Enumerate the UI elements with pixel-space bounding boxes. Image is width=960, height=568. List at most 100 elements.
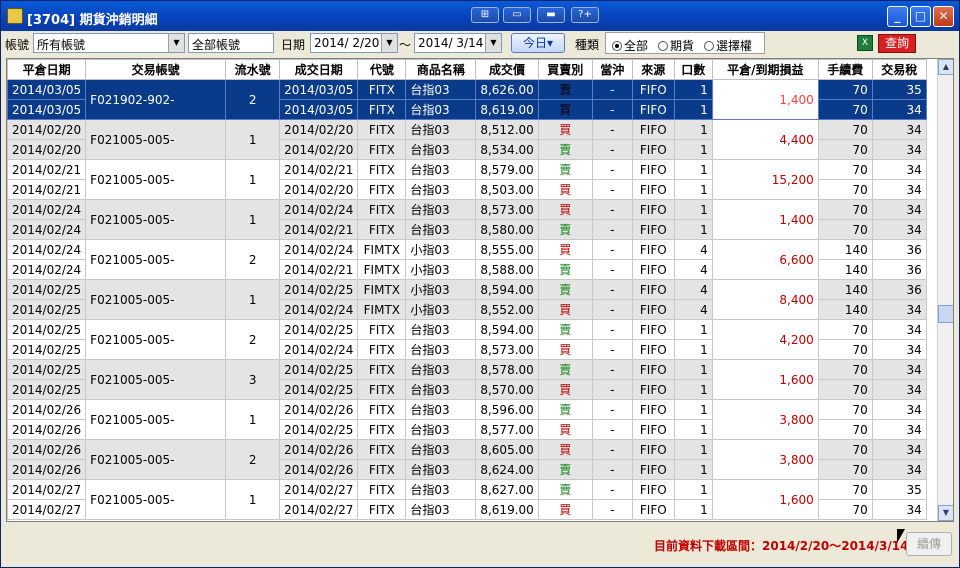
table-row[interactable]: 2014/02/26 F021005-005- 1 2014/02/26 FITX 台指0… — [7, 399, 927, 440]
cell-tax: 34 — [871, 319, 927, 340]
cell-close-date: 2014/02/24 — [7, 219, 87, 240]
table-row[interactable]: 2014/02/24 F021005-005- 2 2014/02/24 FIMTX 小指… — [7, 239, 927, 280]
title-bar[interactable]: [3704] 期貨沖銷明細 ⊞ ▭ ▬ ?+ _ □ ✕ — [1, 1, 959, 31]
chevron-down-icon[interactable]: ▼ — [381, 34, 397, 52]
window-title: [3704] 期貨沖銷明細 — [27, 13, 158, 28]
minimize-button[interactable]: _ — [887, 6, 908, 27]
excel-export-icon[interactable]: X — [857, 35, 873, 51]
cell-product-name: 台指03 — [405, 99, 477, 120]
cell-source: FIFO — [631, 179, 675, 200]
radio-options[interactable]: 選擇權 — [704, 37, 752, 54]
col-product-name[interactable]: 商品名稱 — [405, 59, 477, 80]
cell-source: FIFO — [631, 419, 675, 440]
cell-serial: 1 — [225, 159, 281, 200]
date-from-picker[interactable]: 2014/ 2/20 ▼ — [310, 33, 398, 53]
table-row[interactable]: 2014/02/25 F021005-005- 1 2014/02/25 FIMTX 小指… — [7, 279, 927, 320]
col-tax[interactable]: 交易稅 — [871, 59, 927, 80]
cell-price: 8,594.00 — [475, 319, 539, 340]
table-row[interactable]: 2014/02/20 F021005-005- 1 2014/02/20 FITX 台指0… — [7, 119, 927, 160]
cell-code: FITX — [357, 199, 407, 220]
cell-side: 買 — [537, 419, 593, 440]
cell-pl: 15,200 — [711, 159, 819, 200]
col-account[interactable]: 交易帳號 — [85, 59, 227, 80]
col-fee[interactable]: 手續費 — [817, 59, 873, 80]
scroll-up-icon[interactable]: ▲ — [938, 59, 953, 75]
cell-price: 8,573.00 — [475, 339, 539, 360]
cell-source: FIFO — [631, 99, 675, 120]
cell-source: FIFO — [631, 259, 675, 280]
account-field[interactable]: 全部帳號 — [188, 33, 274, 53]
radio-futures[interactable]: 期貨 — [658, 37, 694, 54]
cell-price: 8,570.00 — [475, 379, 539, 400]
date-to-picker[interactable]: 2014/ 3/14 ▼ — [414, 33, 502, 53]
cell-serial: 1 — [225, 119, 281, 160]
cell-product-name: 台指03 — [405, 199, 477, 220]
cell-tax: 34 — [871, 359, 927, 380]
table-row[interactable]: 2014/02/25 F021005-005- 2 2014/02/25 FITX 台指0… — [7, 319, 927, 360]
cell-code: FITX — [357, 439, 407, 460]
cell-fee: 70 — [817, 439, 873, 460]
cell-side: 買 — [537, 239, 593, 260]
cell-product-name: 台指03 — [405, 439, 477, 460]
cell-price: 8,626.00 — [475, 79, 539, 100]
cell-account: F021005-005- — [85, 119, 227, 160]
col-serial[interactable]: 流水號 — [225, 59, 281, 80]
cell-price: 8,579.00 — [475, 159, 539, 180]
help-icon[interactable]: ?+ — [571, 7, 599, 23]
col-qty[interactable]: 口數 — [673, 59, 713, 80]
layout-window-icon[interactable]: ▭ — [503, 7, 531, 23]
table-row[interactable]: 2014/02/27 F021005-005- 1 2014/02/27 FITX 台指0… — [7, 479, 927, 520]
col-price[interactable]: 成交價 — [475, 59, 539, 80]
layout-bar-icon[interactable]: ▬ — [537, 7, 565, 23]
col-close-date[interactable]: 平倉日期 — [7, 59, 87, 80]
chevron-down-icon[interactable]: ▼ — [485, 34, 501, 52]
cell-close-date: 2014/02/26 — [7, 459, 87, 480]
layout-grid-icon[interactable]: ⊞ — [471, 7, 499, 23]
chevron-down-icon[interactable]: ▼ — [168, 34, 184, 52]
col-pl[interactable]: 平倉/到期損益 — [711, 59, 819, 80]
cell-code: FITX — [357, 399, 407, 420]
cell-tax: 36 — [871, 259, 927, 280]
cell-account: F021902-902- — [85, 79, 227, 120]
cell-code: FITX — [357, 139, 407, 160]
cell-daytrade: - — [591, 359, 633, 380]
continue-button[interactable]: 續傳 — [906, 532, 952, 556]
cell-account: F021005-005- — [85, 399, 227, 440]
cell-tax: 34 — [871, 419, 927, 440]
cell-code: FITX — [357, 379, 407, 400]
table-row[interactable]: 2014/02/24 F021005-005- 1 2014/02/24 FITX 台指0… — [7, 199, 927, 240]
table-row[interactable]: 2014/02/26 F021005-005- 2 2014/02/26 FITX 台指0… — [7, 439, 927, 480]
cell-fee: 70 — [817, 119, 873, 140]
cell-price: 8,619.00 — [475, 499, 539, 520]
query-button[interactable]: 查詢 — [878, 34, 916, 53]
cell-pl: 4,200 — [711, 319, 819, 360]
col-side[interactable]: 買賣別 — [537, 59, 593, 80]
cell-daytrade: - — [591, 299, 633, 320]
radio-all[interactable]: 全部 — [612, 37, 648, 54]
col-source[interactable]: 來源 — [631, 59, 675, 80]
today-button[interactable]: 今日▾ — [511, 33, 565, 53]
cell-source: FIFO — [631, 279, 675, 300]
col-trade-date[interactable]: 成交日期 — [279, 59, 359, 80]
table-row[interactable]: 2014/02/25 F021005-005- 3 2014/02/25 FITX 台指0… — [7, 359, 927, 400]
col-code[interactable]: 代號 — [357, 59, 407, 80]
table-row[interactable]: 2014/02/21 F021005-005- 1 2014/02/21 FITX 台指0… — [7, 159, 927, 200]
cell-daytrade: - — [591, 179, 633, 200]
cell-trade-date: 2014/02/27 — [279, 479, 359, 500]
cell-account: F021005-005- — [85, 239, 227, 280]
scroll-thumb[interactable] — [938, 305, 953, 323]
table-row[interactable]: 2014/03/05 F021902-902- 2 2014/03/05 FITX 台指0… — [7, 79, 927, 120]
col-daytrade[interactable]: 當沖 — [591, 59, 633, 80]
scroll-down-icon[interactable]: ▼ — [938, 505, 953, 521]
date-label: 日期 — [281, 38, 306, 52]
cell-qty: 1 — [673, 379, 713, 400]
cell-daytrade: - — [591, 459, 633, 480]
close-button[interactable]: ✕ — [933, 6, 954, 27]
cell-code: FIMTX — [357, 279, 407, 300]
account-select[interactable]: 所有帳號 ▼ — [33, 33, 185, 53]
cell-source: FIFO — [631, 239, 675, 260]
maximize-button[interactable]: □ — [910, 6, 931, 27]
cell-qty: 1 — [673, 139, 713, 160]
cell-price: 8,624.00 — [475, 459, 539, 480]
vertical-scrollbar[interactable]: ▲ ▼ — [937, 59, 953, 521]
